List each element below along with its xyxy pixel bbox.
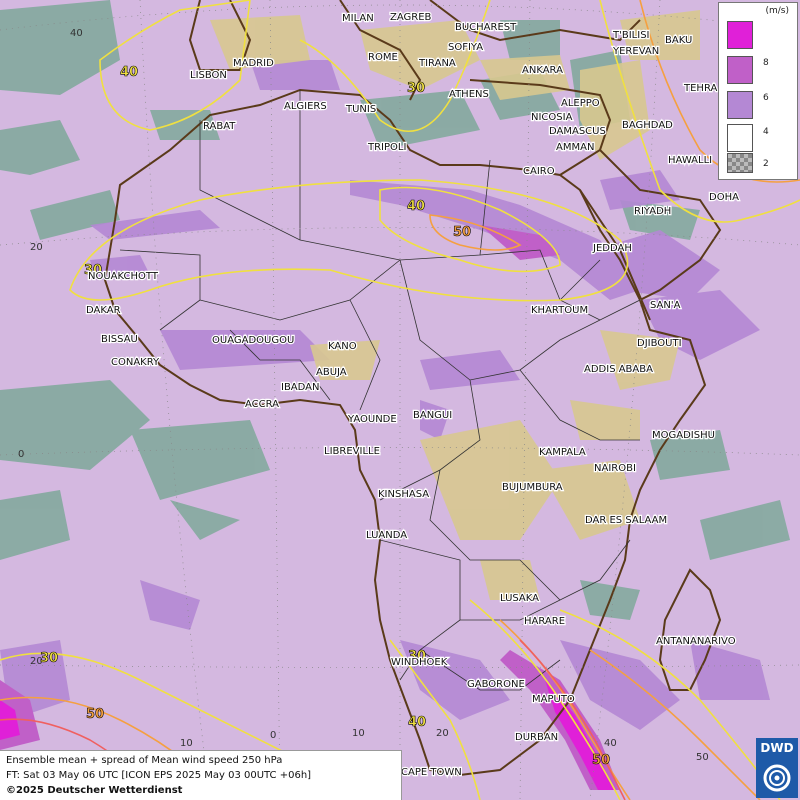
city-label: DOHA bbox=[709, 192, 739, 203]
city-label: ANTANANARIVO bbox=[656, 636, 736, 647]
legend-label: 4 bbox=[763, 127, 769, 137]
contour-label: 50 bbox=[86, 707, 104, 722]
city-label: JEDDAH bbox=[592, 243, 632, 254]
city-label: TRIPOLI bbox=[367, 142, 406, 153]
city-label: HARARE bbox=[524, 616, 565, 627]
contour-label: 30 bbox=[407, 81, 425, 96]
lon-label: 0 bbox=[270, 730, 276, 741]
contour-label: 40 bbox=[408, 715, 426, 730]
city-label: DAKAR bbox=[86, 305, 121, 316]
lon-label: 50 bbox=[696, 752, 709, 763]
city-label: HAWALLI bbox=[668, 155, 712, 166]
city-label: ALGIERS bbox=[284, 101, 327, 112]
city-label: MADRID bbox=[233, 58, 274, 69]
city-label: CONAKRY bbox=[111, 357, 160, 368]
city-label: DJIBOUTI bbox=[637, 338, 682, 349]
city-label: ALEPPO bbox=[561, 98, 600, 109]
lat-label: 0 bbox=[18, 449, 24, 460]
dwd-logo: DWD bbox=[756, 738, 798, 798]
city-label: ACCRA bbox=[245, 399, 279, 410]
city-label: OUAGADOUGOU bbox=[212, 335, 294, 346]
legend-label: 6 bbox=[763, 93, 769, 103]
legend-unit: (m/s) bbox=[765, 6, 789, 16]
wind-speed-map: 40 20 0 20 10 0 10 20 40 50 40 30 40 50 … bbox=[0, 0, 800, 800]
city-label: NOUAKCHOTT bbox=[88, 271, 159, 282]
city-label: RIYADH bbox=[634, 206, 671, 217]
map-caption: Ensemble mean + spread of Mean wind spee… bbox=[0, 750, 402, 800]
city-label: DURBAN bbox=[515, 732, 558, 743]
caption-forecast-time: FT: Sat 03 May 06 UTC [ICON EPS 2025 May… bbox=[6, 770, 312, 781]
contour-label: 30 bbox=[40, 651, 58, 666]
contour-label: 50 bbox=[592, 753, 610, 768]
legend-swatch bbox=[727, 21, 753, 49]
city-label: CAIRO bbox=[523, 166, 555, 177]
caption-title: Ensemble mean + spread of Mean wind spee… bbox=[6, 755, 283, 766]
city-label: DAR ES SALAAM bbox=[585, 515, 667, 526]
city-label: T'BILISI bbox=[612, 30, 649, 41]
lon-label: 10 bbox=[180, 738, 193, 749]
legend-swatch-checker bbox=[727, 153, 753, 173]
city-label: IBADAN bbox=[281, 382, 320, 393]
contour-label: 50 bbox=[453, 225, 471, 240]
caption-copyright: ©2025 Deutscher Wetterdienst bbox=[6, 785, 183, 796]
legend-label: 8 bbox=[763, 58, 769, 68]
dwd-swirl-icon bbox=[763, 764, 791, 792]
legend-swatch bbox=[727, 124, 753, 152]
city-label: LISBON bbox=[190, 70, 227, 81]
city-label: CAPE TOWN bbox=[401, 767, 462, 778]
city-label: SOFIYA bbox=[448, 42, 483, 53]
legend-swatch bbox=[727, 91, 753, 119]
city-label: LIBREVILLE bbox=[324, 446, 380, 457]
lon-label: 10 bbox=[352, 728, 365, 739]
city-label: GABORONE bbox=[467, 679, 525, 690]
contour-label: 40 bbox=[120, 65, 138, 80]
city-label: KAMPALA bbox=[539, 447, 586, 458]
city-label: ZAGREB bbox=[390, 12, 432, 23]
legend-swatch bbox=[727, 56, 753, 84]
city-label: NICOSIA bbox=[531, 112, 573, 123]
city-label: TEHRA bbox=[683, 83, 717, 94]
city-label: TUNIS bbox=[345, 104, 376, 115]
city-label: KANO bbox=[328, 341, 357, 352]
city-label: TIRANA bbox=[418, 58, 456, 69]
city-label: ATHENS bbox=[449, 89, 489, 100]
lat-label: 20 bbox=[30, 242, 43, 253]
city-label: DAMASCUS bbox=[549, 126, 606, 137]
city-label: RABAT bbox=[203, 121, 236, 132]
city-label: MOGADISHU bbox=[652, 430, 715, 441]
lat-label: 40 bbox=[70, 28, 83, 39]
city-label: MAPUTO bbox=[532, 694, 575, 705]
legend-label: 2 bbox=[763, 159, 769, 169]
city-label: LUANDA bbox=[366, 530, 407, 541]
city-label: BAGHDAD bbox=[622, 120, 673, 131]
city-label: AMMAN bbox=[556, 142, 594, 153]
city-label: BAKU bbox=[665, 35, 692, 46]
city-label: KHARTOUM bbox=[531, 305, 588, 316]
lon-label: 20 bbox=[436, 728, 449, 739]
city-label: BANGUI bbox=[413, 410, 452, 421]
city-label: MILAN bbox=[342, 13, 374, 24]
city-label: BUCHAREST bbox=[455, 22, 517, 33]
city-label: ABUJA bbox=[316, 367, 347, 378]
city-label: WINDHOEK bbox=[391, 657, 448, 668]
city-label: ROME bbox=[368, 52, 398, 63]
city-label: LUSAKA bbox=[500, 593, 539, 604]
city-label: YAOUNDE bbox=[347, 414, 397, 425]
lon-label: 40 bbox=[604, 738, 617, 749]
city-label: BUJUMBURA bbox=[502, 482, 563, 493]
city-label: SAN'A bbox=[650, 300, 681, 311]
contour-label: 40 bbox=[407, 199, 425, 214]
city-label: ADDIS ABABA bbox=[584, 364, 653, 375]
city-label: BISSAU bbox=[101, 334, 138, 345]
city-label: NAIROBI bbox=[594, 463, 636, 474]
city-label: ANKARA bbox=[522, 65, 563, 76]
city-label: YEREVAN bbox=[612, 46, 659, 57]
city-label: KINSHASA bbox=[378, 489, 429, 500]
color-legend: (m/s) 8 6 4 2 bbox=[718, 2, 798, 180]
